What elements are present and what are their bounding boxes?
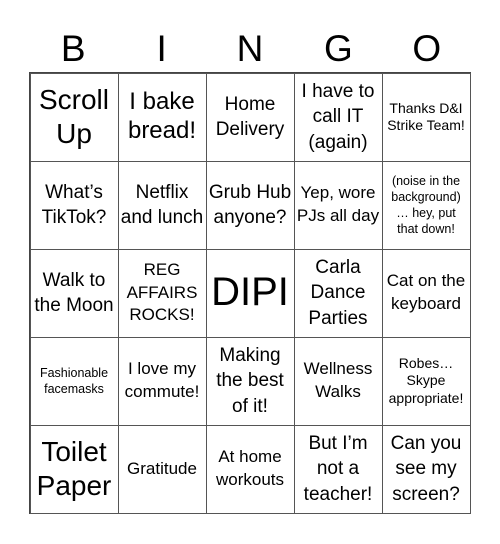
bingo-cell[interactable]: Scroll Up (29, 72, 119, 162)
bingo-cell[interactable]: Carla Dance Parties (293, 248, 383, 338)
bingo-header: B I N G O (29, 26, 471, 72)
bingo-cell[interactable]: Home Delivery (205, 72, 295, 162)
bingo-cell[interactable]: But I’m not a teacher! (293, 424, 383, 514)
bingo-cell[interactable]: Thanks D&I Strike Team! (381, 72, 471, 162)
bingo-cell[interactable]: I love my commute! (117, 336, 207, 426)
bingo-cell[interactable]: Can you see my screen? (381, 424, 471, 514)
header-letter-n: N (236, 28, 264, 69)
bingo-cell[interactable]: Cat on the keyboard (381, 248, 471, 338)
bingo-cell[interactable]: I have to call IT (again) (293, 72, 383, 162)
bingo-cell[interactable]: (noise in the background) … hey, put tha… (381, 160, 471, 250)
header-letter-i: I (156, 28, 167, 69)
free-space-cell[interactable]: DIPI (205, 248, 295, 338)
bingo-cell[interactable]: Wellness Walks (293, 336, 383, 426)
bingo-cell[interactable]: Toilet Paper (29, 424, 119, 514)
bingo-cell[interactable]: Walk to the Moon (29, 248, 119, 338)
header-letter-b: B (60, 28, 86, 69)
bingo-cell[interactable]: Yep, wore PJs all day (293, 160, 383, 250)
bingo-cell[interactable]: Robes… Skype appropriate! (381, 336, 471, 426)
bingo-cell[interactable]: I bake bread! (117, 72, 207, 162)
bingo-cell[interactable]: Netflix and lunch (117, 160, 207, 250)
bingo-cell[interactable]: REG AFFAIRS ROCKS! (117, 248, 207, 338)
bingo-cell[interactable]: What’s TikTok? (29, 160, 119, 250)
bingo-board: Scroll Up I bake bread! Home Delivery I … (29, 72, 471, 514)
bingo-cell[interactable]: Grub Hub anyone? (205, 160, 295, 250)
header-letter-o: O (412, 28, 442, 69)
header-letter-g: G (324, 28, 353, 69)
bingo-cell[interactable]: Gratitude (117, 424, 207, 514)
bingo-cell[interactable]: Fashionable facemasks (29, 336, 119, 426)
bingo-cell[interactable]: At home workouts (205, 424, 295, 514)
bingo-cell[interactable]: Making the best of it! (205, 336, 295, 426)
